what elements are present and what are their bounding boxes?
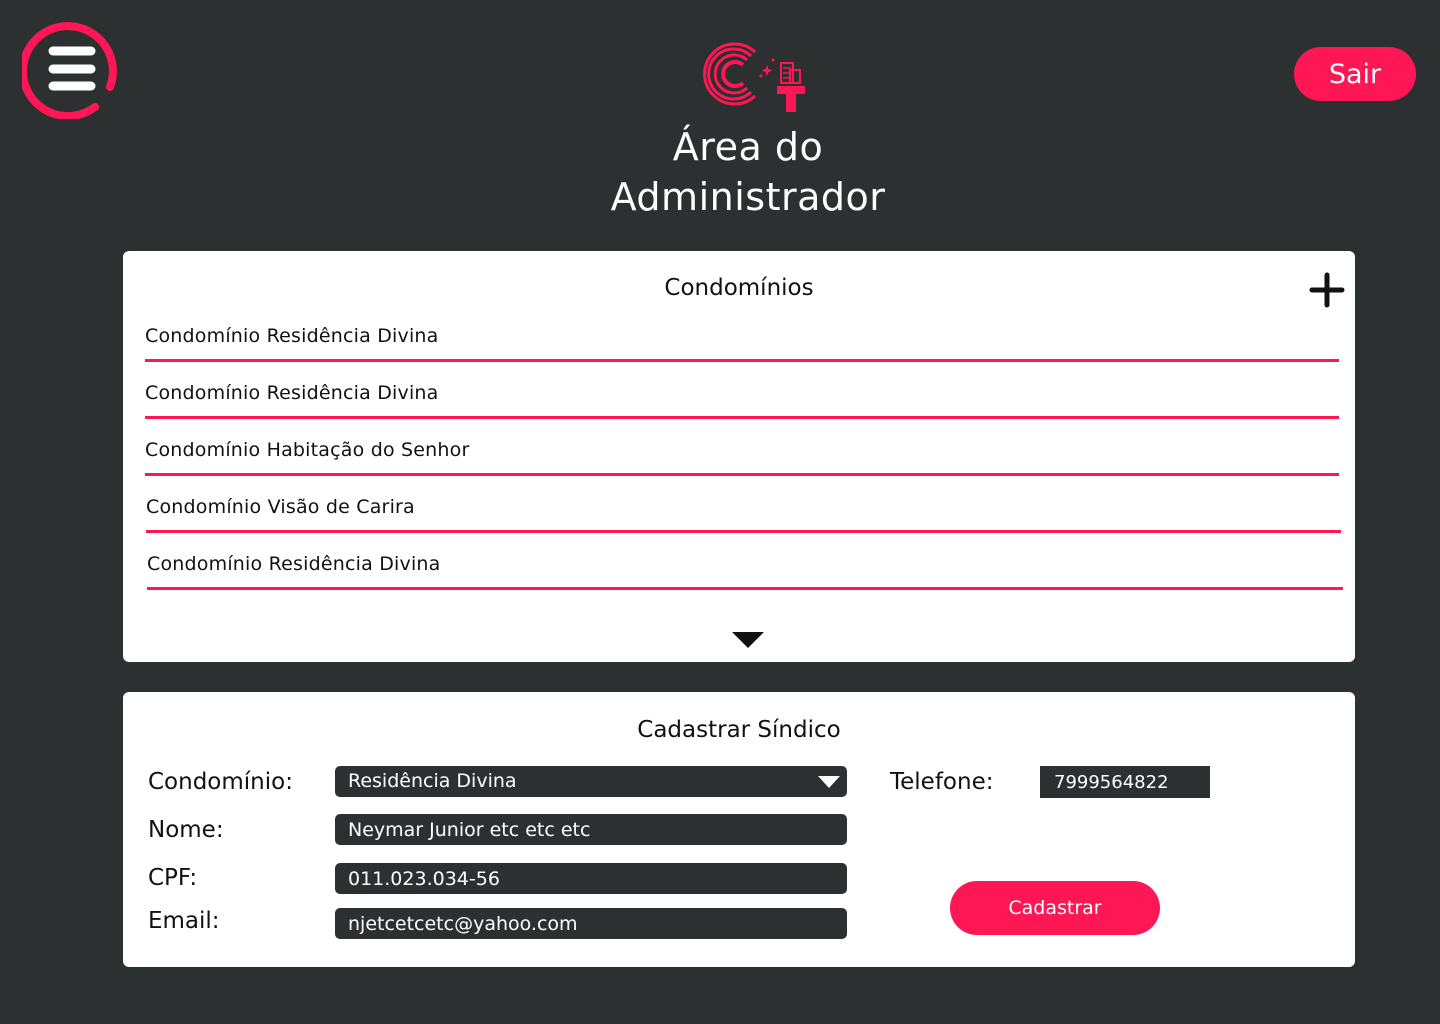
list-item[interactable]: Condomínio Visão de Carira: [146, 492, 1341, 533]
list-item-label: Condomínio Residência Divina: [147, 553, 441, 575]
telefone-field[interactable]: [1040, 766, 1210, 798]
cpf-field[interactable]: [335, 863, 847, 894]
list-item[interactable]: Condomínio Residência Divina: [145, 378, 1339, 419]
expand-list-button[interactable]: [730, 630, 766, 650]
cadastrar-button[interactable]: Cadastrar: [950, 881, 1160, 935]
list-item-label: Condomínio Habitação do Senhor: [145, 439, 470, 461]
email-label: Email:: [148, 908, 220, 934]
email-field[interactable]: [335, 908, 847, 939]
caret-down-icon: [732, 632, 764, 648]
ct-logo: [693, 36, 809, 114]
condominio-select-value: Residência Divina: [348, 770, 517, 792]
form-title: Cadastrar Síndico: [637, 717, 841, 743]
condominios-title: Condomínios: [664, 275, 814, 301]
logout-button[interactable]: Sair: [1294, 47, 1416, 101]
page-title: Área do Administrador: [520, 122, 976, 222]
list-item[interactable]: Condomínio Residência Divina: [147, 549, 1343, 590]
condominios-panel: Condomínios Condomínio Residência Divina…: [123, 251, 1355, 662]
register-sindico-panel: Cadastrar Síndico Condomínio: Residência…: [123, 692, 1355, 967]
list-item-label: Condomínio Residência Divina: [145, 325, 439, 347]
ct-building-logo-icon: [703, 42, 805, 112]
nome-label: Nome:: [148, 817, 224, 843]
chevron-down-icon: [818, 776, 840, 788]
page-title-line1: Área do: [672, 125, 824, 169]
add-condominio-button[interactable]: [1309, 272, 1345, 308]
condominio-label: Condomínio:: [148, 769, 293, 795]
cpf-label: CPF:: [148, 865, 198, 891]
plus-icon: [1309, 272, 1345, 308]
menu-button[interactable]: [18, 19, 122, 121]
hamburger-menu-icon: [18, 22, 117, 121]
nome-field[interactable]: [335, 814, 847, 845]
telefone-label: Telefone:: [890, 769, 994, 795]
page-title-line2: Administrador: [610, 175, 886, 219]
list-item-label: Condomínio Visão de Carira: [146, 496, 415, 518]
list-item[interactable]: Condomínio Residência Divina: [145, 321, 1339, 362]
condominio-select[interactable]: Residência Divina: [335, 766, 847, 797]
list-item[interactable]: Condomínio Habitação do Senhor: [145, 435, 1339, 476]
list-item-label: Condomínio Residência Divina: [145, 382, 439, 404]
